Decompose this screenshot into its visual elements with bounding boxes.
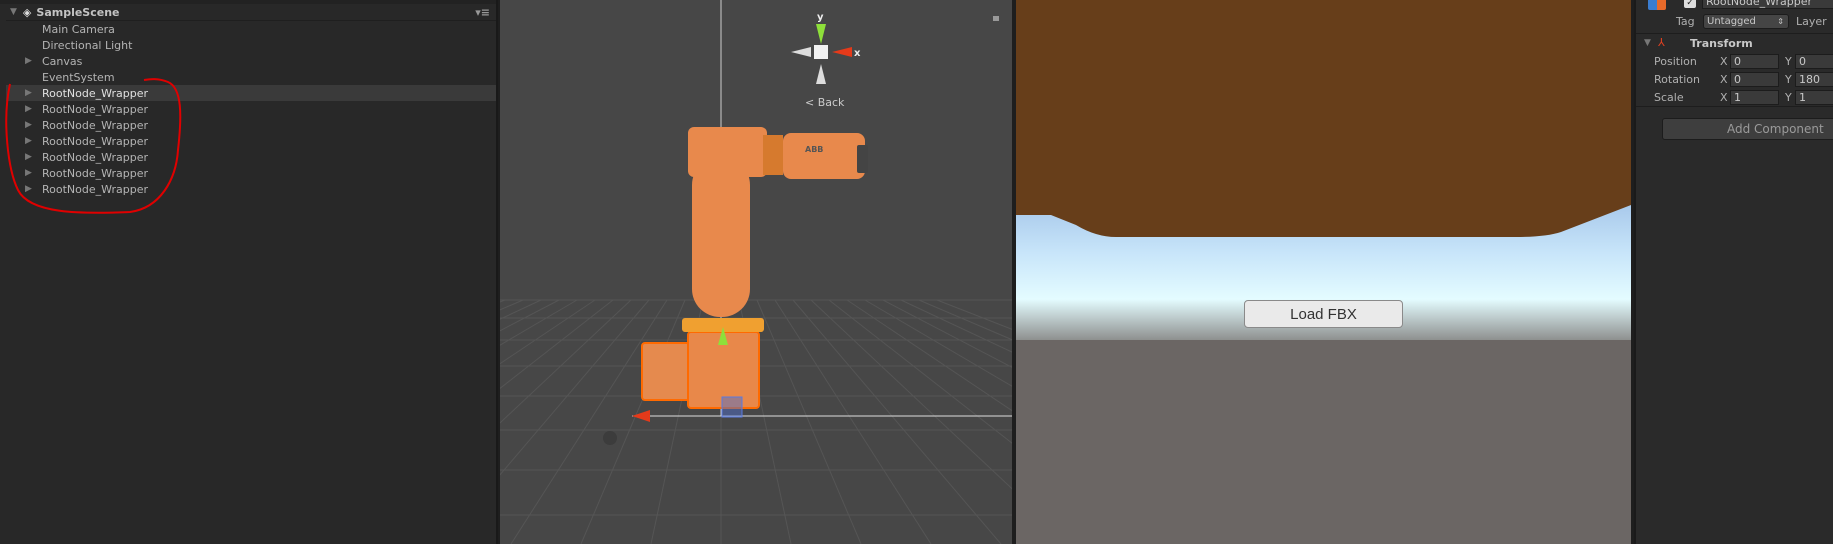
add-component-button[interactable]: Add Component bbox=[1662, 118, 1833, 140]
x-axis-label[interactable]: X bbox=[1720, 73, 1728, 86]
game-view: Load FBX bbox=[1016, 0, 1631, 544]
x-value-field[interactable]: 0 bbox=[1730, 72, 1779, 87]
y-value-field[interactable]: 180 bbox=[1795, 72, 1833, 87]
y-axis-label[interactable]: Y bbox=[1785, 55, 1792, 68]
orientation-gizmo: y x bbox=[791, 12, 861, 84]
abb-logo: ABB bbox=[805, 145, 823, 154]
y-value-field[interactable]: 1 bbox=[1795, 90, 1833, 105]
transform-icon: ⅄ bbox=[1658, 36, 1665, 49]
scene-view[interactable]: ABB y x < Back bbox=[500, 0, 1012, 544]
svg-text:x: x bbox=[854, 48, 861, 59]
gameobject-icon bbox=[1648, 0, 1666, 10]
plane-handle bbox=[721, 396, 743, 418]
x-move-handle bbox=[632, 410, 650, 422]
camera-pivot bbox=[603, 431, 617, 445]
x-value-field[interactable]: 1 bbox=[1730, 90, 1779, 105]
inspector-panel: ✓ RootNode_Wrapper Tag Untagged ⇕ Layer ▼… bbox=[1634, 0, 1833, 544]
load-fbx-button[interactable]: Load FBX bbox=[1244, 300, 1403, 328]
y-value-field[interactable]: 0 bbox=[1795, 54, 1833, 69]
scene-menu-icon[interactable]: ▾≡ bbox=[475, 6, 490, 19]
y-axis-label[interactable]: Y bbox=[1785, 73, 1792, 86]
x-value-field[interactable]: 0 bbox=[1730, 54, 1779, 69]
transform-row-label: Scale bbox=[1654, 91, 1684, 104]
layer-label: Layer bbox=[1796, 15, 1827, 28]
divider bbox=[1636, 106, 1833, 107]
lock-icon bbox=[993, 16, 999, 21]
hierarchy-panel: ▼ ◈ SampleScene ▾≡ Main Camera Directiona… bbox=[0, 0, 498, 544]
transform-row-label: Position bbox=[1654, 55, 1697, 68]
object-name-field[interactable]: RootNode_Wrapper bbox=[1702, 0, 1833, 9]
active-checkbox[interactable]: ✓ bbox=[1684, 0, 1696, 8]
back-button[interactable]: < Back bbox=[805, 96, 844, 109]
x-axis-label[interactable]: X bbox=[1720, 55, 1728, 68]
model-underside bbox=[1016, 0, 1631, 237]
x-axis-label[interactable]: X bbox=[1720, 91, 1728, 104]
tag-label: Tag bbox=[1676, 15, 1695, 28]
transform-row-label: Rotation bbox=[1654, 73, 1701, 86]
tag-dropdown[interactable]: Untagged ⇕ bbox=[1703, 14, 1789, 29]
red-annotation-circle bbox=[5, 78, 182, 214]
scene-canvas: ABB y x bbox=[500, 0, 1012, 544]
svg-text:y: y bbox=[817, 12, 824, 23]
foldout-arrow-icon[interactable]: ▼ bbox=[1644, 38, 1651, 48]
y-axis-label[interactable]: Y bbox=[1785, 91, 1792, 104]
divider bbox=[1636, 33, 1833, 34]
component-title: Transform bbox=[1690, 37, 1753, 50]
